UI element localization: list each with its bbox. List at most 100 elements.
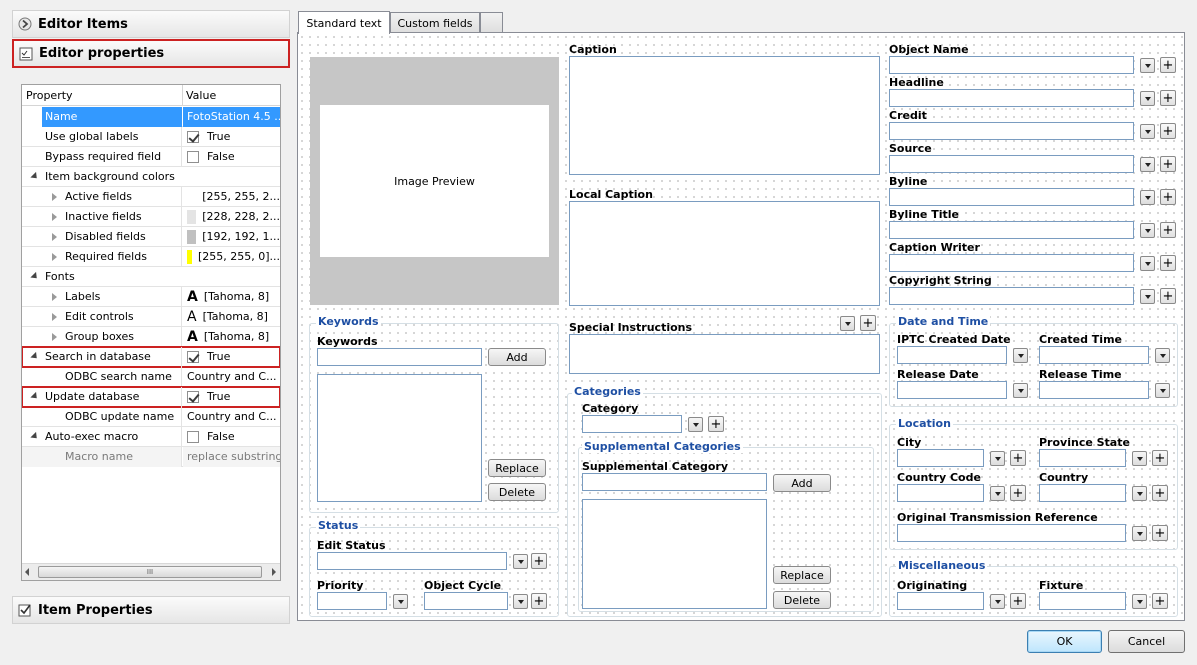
grid-row-item-background-colors[interactable]: Item background colors — [22, 167, 280, 187]
byline-input[interactable] — [889, 188, 1134, 206]
keywords-list[interactable] — [317, 374, 482, 502]
special-instructions-add-button[interactable]: + — [860, 315, 876, 331]
keywords-delete-button[interactable]: Delete — [488, 483, 546, 501]
special-instructions-textarea[interactable] — [569, 334, 880, 374]
category-add-button[interactable]: + — [708, 416, 724, 432]
release-time-input[interactable] — [1039, 381, 1149, 399]
byline-title-input[interactable] — [889, 221, 1134, 239]
supplemental-category-list[interactable] — [582, 499, 767, 609]
property-grid[interactable]: Property Value Name FotoStation 4.5 ... … — [21, 84, 281, 581]
otr-dropdown[interactable] — [1132, 526, 1147, 541]
grid-row-required-fields[interactable]: Required fields [255, 255, 0]... — [22, 246, 280, 267]
byline-title-dropdown[interactable] — [1140, 223, 1155, 238]
use-global-labels-checkbox[interactable] — [187, 130, 199, 143]
scroll-right-icon[interactable] — [272, 568, 276, 576]
created-time-dropdown[interactable] — [1155, 348, 1170, 363]
edit-status-input[interactable] — [317, 552, 507, 570]
byline-dropdown[interactable] — [1140, 190, 1155, 205]
country-code-dropdown[interactable] — [990, 486, 1005, 501]
caption-writer-input[interactable] — [889, 254, 1134, 272]
country-dropdown[interactable] — [1132, 486, 1147, 501]
caption-writer-dropdown[interactable] — [1140, 256, 1155, 271]
edit-status-add-button[interactable]: + — [531, 553, 547, 569]
supplemental-add-button[interactable]: Add — [773, 474, 831, 492]
priority-dropdown[interactable] — [393, 594, 408, 609]
headline-dropdown[interactable] — [1140, 91, 1155, 106]
source-input[interactable] — [889, 155, 1134, 173]
local-caption-textarea[interactable] — [569, 201, 880, 306]
country-input[interactable] — [1039, 484, 1126, 502]
ok-button[interactable]: OK — [1027, 630, 1102, 653]
grid-row-auto-exec-macro[interactable]: Auto-exec macro False — [22, 426, 280, 447]
collapse-arrow-icon[interactable] — [30, 171, 40, 181]
expand-arrow-icon[interactable] — [52, 312, 57, 321]
credit-dropdown[interactable] — [1140, 124, 1155, 139]
caption-textarea[interactable] — [569, 56, 880, 175]
expand-arrow-icon[interactable] — [52, 232, 57, 241]
caption-writer-add-button[interactable]: + — [1160, 255, 1176, 271]
edit-status-dropdown[interactable] — [513, 554, 528, 569]
copyright-string-dropdown[interactable] — [1140, 289, 1155, 304]
auto-exec-macro-checkbox[interactable] — [187, 430, 199, 443]
credit-add-button[interactable]: + — [1160, 123, 1176, 139]
fixture-dropdown[interactable] — [1132, 594, 1147, 609]
copyright-string-add-button[interactable]: + — [1160, 288, 1176, 304]
country-add-button[interactable]: + — [1152, 485, 1168, 501]
country-code-input[interactable] — [897, 484, 984, 502]
expand-arrow-icon[interactable] — [52, 332, 57, 341]
fixture-add-button[interactable]: + — [1152, 593, 1168, 609]
property-column-header[interactable]: Property — [26, 89, 73, 102]
city-dropdown[interactable] — [990, 451, 1005, 466]
update-database-checkbox[interactable] — [187, 390, 199, 403]
city-input[interactable] — [897, 449, 984, 467]
cancel-button[interactable]: Cancel — [1108, 630, 1185, 653]
byline-add-button[interactable]: + — [1160, 189, 1176, 205]
otr-input[interactable] — [897, 524, 1126, 542]
editor-items-header[interactable]: Editor Items — [12, 10, 290, 38]
horizontal-scrollbar[interactable]: III — [22, 563, 280, 580]
province-state-input[interactable] — [1039, 449, 1126, 467]
object-cycle-input[interactable] — [424, 592, 508, 610]
originating-add-button[interactable]: + — [1010, 593, 1026, 609]
tab-extra[interactable] — [480, 12, 503, 33]
object-cycle-add-button[interactable]: + — [531, 593, 547, 609]
collapse-arrow-icon[interactable] — [30, 431, 40, 441]
fixture-input[interactable] — [1039, 592, 1126, 610]
item-properties-header[interactable]: Item Properties — [12, 596, 290, 624]
expand-arrow-icon[interactable] — [52, 252, 57, 261]
source-add-button[interactable]: + — [1160, 156, 1176, 172]
expand-arrow-icon[interactable] — [52, 192, 57, 201]
grid-row-labels[interactable]: Labels A [Tahoma, 8] — [22, 286, 280, 307]
keywords-replace-button[interactable]: Replace — [488, 459, 546, 477]
expand-arrow-icon[interactable] — [52, 212, 57, 221]
release-time-dropdown[interactable] — [1155, 383, 1170, 398]
supplemental-delete-button[interactable]: Delete — [773, 591, 831, 609]
keywords-input[interactable] — [317, 348, 482, 366]
grid-row-group-boxes[interactable]: Group boxes A [Tahoma, 8] — [22, 326, 280, 347]
grid-row-search-in-database[interactable]: Search in database True — [22, 346, 280, 368]
object-name-input[interactable] — [889, 56, 1134, 74]
search-in-database-checkbox[interactable] — [187, 350, 199, 363]
object-name-add-button[interactable]: + — [1160, 57, 1176, 73]
category-dropdown[interactable] — [688, 417, 703, 432]
headline-input[interactable] — [889, 89, 1134, 107]
collapse-arrow-icon[interactable] — [30, 271, 40, 281]
special-instructions-dropdown[interactable] — [840, 316, 855, 331]
originating-input[interactable] — [897, 592, 984, 610]
grid-row-disabled-fields[interactable]: Disabled fields [192, 192, 1... — [22, 226, 280, 247]
headline-add-button[interactable]: + — [1160, 90, 1176, 106]
value-column-header[interactable]: Value — [186, 89, 216, 102]
grid-row-edit-controls[interactable]: Edit controls A [Tahoma, 8] — [22, 306, 280, 327]
editor-properties-header[interactable]: Editor properties — [12, 39, 290, 68]
iptc-created-date-dropdown[interactable] — [1013, 348, 1028, 363]
byline-title-add-button[interactable]: + — [1160, 222, 1176, 238]
grid-row-odbc-update-name[interactable]: ODBC update name Country and C... — [22, 406, 280, 427]
grid-row-inactive-fields[interactable]: Inactive fields [228, 228, 2... — [22, 206, 280, 227]
tab-custom-fields[interactable]: Custom fields — [390, 12, 480, 33]
collapse-arrow-icon[interactable] — [30, 351, 40, 361]
release-date-dropdown[interactable] — [1013, 383, 1028, 398]
grid-row-odbc-search-name[interactable]: ODBC search name Country and C... — [22, 366, 280, 387]
collapse-arrow-icon[interactable] — [30, 391, 40, 401]
scroll-thumb[interactable]: III — [38, 566, 262, 578]
object-cycle-dropdown[interactable] — [513, 594, 528, 609]
